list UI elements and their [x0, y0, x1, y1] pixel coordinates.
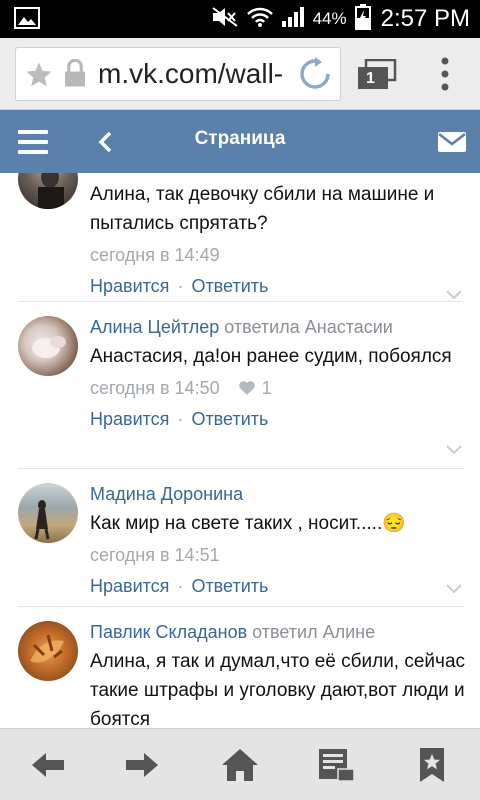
- reply-link[interactable]: Ответить: [191, 276, 268, 297]
- avatar[interactable]: [18, 621, 78, 681]
- tabs-button[interactable]: 1: [357, 58, 397, 95]
- chevron-down-icon[interactable]: [446, 579, 462, 598]
- like-link[interactable]: Нравится: [90, 576, 169, 597]
- avatar[interactable]: [18, 173, 78, 209]
- overflow-menu-icon[interactable]: [440, 56, 450, 96]
- bookmark-star-icon[interactable]: [24, 60, 54, 94]
- like-link[interactable]: Нравится: [90, 409, 169, 430]
- browser-bottom-bar: [0, 728, 480, 800]
- likes-counter[interactable]: 1: [238, 378, 272, 399]
- bookmark-star-icon[interactable]: [414, 747, 454, 783]
- avatar[interactable]: [18, 316, 78, 376]
- comment-time: сегодня в 14:50: [90, 377, 220, 398]
- mute-icon: [211, 6, 239, 32]
- comment-text: Алина, я так и думал,что её сбили, сейча…: [90, 651, 466, 728]
- replied-to-label[interactable]: ответила Анастасии: [224, 317, 393, 337]
- hamburger-menu-icon[interactable]: [18, 130, 48, 154]
- reply-link[interactable]: Ответить: [191, 409, 268, 430]
- address-bar[interactable]: m.vk.com/wall-: [15, 47, 341, 101]
- messages-icon[interactable]: [438, 132, 466, 156]
- chevron-down-icon[interactable]: [446, 440, 462, 459]
- clock: 2:57 PM: [380, 5, 470, 32]
- reply-link[interactable]: Ответить: [191, 576, 268, 597]
- url-text[interactable]: m.vk.com/wall-: [98, 58, 283, 90]
- home-icon[interactable]: [220, 747, 260, 783]
- back-arrow-icon[interactable]: [28, 747, 68, 783]
- battery-icon: [354, 4, 371, 34]
- comment-time: сегодня в 14:51: [90, 544, 220, 565]
- comment-item: Алина, так девочку сбили на машине и пыт…: [0, 173, 480, 303]
- signal-icon: [281, 6, 305, 32]
- comment-time: сегодня в 14:49: [90, 244, 220, 265]
- comment-text: Как мир на свете таких , носит.....😔: [90, 513, 406, 534]
- avatar[interactable]: [18, 483, 78, 543]
- wifi-icon: [246, 6, 273, 32]
- comment-author-link[interactable]: Алина Цейтлер: [90, 317, 219, 337]
- comments-feed[interactable]: Алина, так девочку сбили на машине и пыт…: [0, 173, 480, 728]
- back-chevron-icon[interactable]: [96, 130, 114, 158]
- comment-author-link[interactable]: Павлик Складанов: [90, 622, 247, 642]
- tab-count: 1: [366, 70, 375, 87]
- like-link[interactable]: Нравится: [90, 276, 169, 297]
- comment-item: Мадина Доронина Как мир на свете таких ,…: [0, 469, 480, 607]
- browser-toolbar: m.vk.com/wall- 1: [0, 38, 480, 110]
- battery-percent: 44%: [312, 9, 347, 28]
- lock-icon: [62, 58, 88, 93]
- replied-to-label[interactable]: ответил Алине: [252, 622, 375, 642]
- comment-item: Павлик Складанов ответил Алине Алина, я …: [0, 607, 480, 728]
- bookmarks-list-icon[interactable]: [316, 747, 356, 783]
- gallery-notification-icon: [14, 7, 40, 33]
- comment-author-link[interactable]: Мадина Доронина: [90, 484, 243, 504]
- status-bar: 44% 2:57 PM: [0, 0, 480, 38]
- page-title: Страница: [194, 128, 286, 149]
- likes-count: 1: [261, 377, 272, 398]
- forward-arrow-icon[interactable]: [122, 747, 162, 783]
- comment-text: Алина, так девочку сбили на машине и пыт…: [90, 184, 435, 234]
- comment-text: Анастасия, да!он ранее судим, побоялся: [90, 346, 452, 367]
- comment-item: Алина Цейтлер ответила Анастасии Анастас…: [0, 302, 480, 469]
- reload-icon[interactable]: [298, 57, 332, 95]
- page-header: Страница: [0, 110, 480, 173]
- heart-icon: [238, 381, 255, 395]
